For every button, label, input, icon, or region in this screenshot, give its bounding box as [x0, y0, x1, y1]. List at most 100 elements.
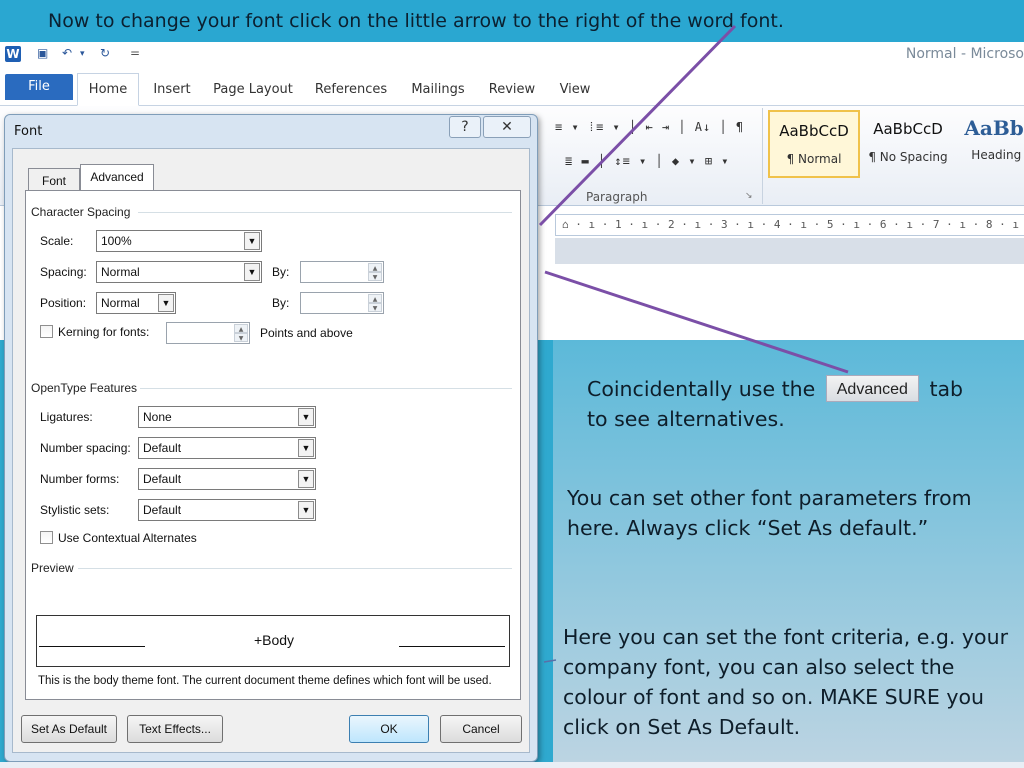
dialog-body: Font Advanced Character Spacing Scale: 1… [12, 148, 530, 753]
style-normal[interactable]: AaBbCcD ¶ Normal [768, 110, 860, 178]
section-divider [78, 568, 512, 569]
chevron-down-icon[interactable]: ▼ [298, 408, 314, 426]
ligatures-value: None [143, 410, 172, 424]
callout-criteria-tip: Here you can set the font criteria, e.g.… [563, 622, 1008, 742]
callout-advanced-tip: Coincidentally use the Advanced tab to s… [587, 374, 963, 434]
ribbon-tabs: File Home Insert Page Layout References … [0, 68, 1024, 106]
contextual-alternates-checkbox[interactable] [40, 531, 53, 544]
paragraph-tools-row2[interactable]: ≣ ▬ │ ↕≡ ▾ │ ◆ ▾ ⊞ ▾ [565, 154, 730, 168]
spacing-by-spinner[interactable]: ▲ ▼ [300, 261, 384, 283]
tab-references[interactable]: References [305, 74, 397, 106]
spin-up-icon[interactable]: ▲ [368, 263, 382, 272]
spin-down-icon[interactable]: ▼ [234, 333, 248, 342]
scale-value: 100% [101, 234, 132, 248]
callout-parameters-tip: You can set other font parameters from h… [567, 483, 972, 543]
help-button[interactable]: ? [449, 116, 481, 138]
spin-down-icon[interactable]: ▼ [368, 303, 382, 312]
spin-down-icon[interactable]: ▼ [368, 272, 382, 281]
tab-review[interactable]: Review [482, 74, 542, 106]
style-heading-1[interactable]: AaBbC Heading 1 [956, 110, 1024, 178]
tab-font[interactable]: Font [28, 168, 80, 190]
scale-combo[interactable]: 100% ▼ [96, 230, 262, 252]
kerning-checkbox[interactable] [40, 325, 53, 338]
instruction-text: Now to change your font click on the lit… [0, 0, 1024, 42]
spacing-value: Normal [101, 265, 140, 279]
style-name: ¶ No Spacing [868, 150, 948, 164]
tab-insert[interactable]: Insert [143, 74, 201, 106]
callout-text-fragment: here. Always click “Set As default.” [567, 516, 929, 540]
chevron-down-icon[interactable]: ▼ [298, 439, 314, 457]
spin-up-icon[interactable]: ▲ [234, 324, 248, 333]
advanced-tab-panel: Character Spacing Scale: 100% ▼ Spacing:… [25, 190, 521, 700]
callout-text-fragment: to see alternatives. [587, 407, 785, 431]
ligatures-label: Ligatures: [40, 410, 93, 424]
style-sample: AaBbCcD [873, 120, 943, 138]
opentype-features-header: OpenType Features [31, 381, 138, 395]
tab-home[interactable]: Home [77, 73, 139, 106]
paragraph-dialog-launcher-icon[interactable]: ↘ [745, 191, 753, 201]
spin-up-icon[interactable]: ▲ [368, 294, 382, 303]
tab-mailings[interactable]: Mailings [402, 74, 474, 106]
tab-file[interactable]: File [5, 74, 73, 100]
callout-panel: Coincidentally use the Advanced tab to s… [553, 340, 1024, 762]
chevron-down-icon[interactable]: ▼ [298, 470, 314, 488]
styles-gallery: AaBbCcD ¶ Normal AaBbCcD ¶ No Spacing Aa… [762, 110, 1024, 178]
spacing-by-label: By: [272, 265, 290, 279]
stylistic-sets-value: Default [143, 503, 182, 517]
chevron-down-icon[interactable]: ▼ [158, 294, 174, 312]
style-name: Heading 1 [971, 148, 1024, 162]
number-spacing-value: Default [143, 441, 182, 455]
close-button[interactable]: ✕ [483, 116, 531, 138]
position-value: Normal [101, 296, 140, 310]
customize-qat-icon[interactable]: = [130, 46, 140, 62]
callout-text-fragment: colour of font and so on. MAKE SURE you [563, 685, 984, 709]
document-page[interactable] [555, 264, 1024, 340]
ok-button[interactable]: OK [349, 715, 429, 743]
advanced-tab-chip: Advanced [825, 375, 919, 402]
horizontal-ruler[interactable]: ⌂ · ı · 1 · ı · 2 · ı · 3 · ı · 4 · ı · … [555, 214, 1024, 236]
section-divider [140, 388, 512, 389]
font-dialog: Font ? ✕ Font Advanced Character Spacing… [4, 114, 538, 762]
position-by-spinner[interactable]: ▲ ▼ [300, 292, 384, 314]
set-as-default-button[interactable]: Set As Default [21, 715, 117, 743]
character-spacing-header: Character Spacing [31, 205, 131, 219]
callout-text-fragment: tab [929, 377, 964, 401]
kerning-label: Kerning for fonts: [58, 325, 150, 339]
spacing-combo[interactable]: Normal ▼ [96, 261, 262, 283]
stylistic-sets-combo[interactable]: Default ▼ [138, 499, 316, 521]
text-effects-button[interactable]: Text Effects... [127, 715, 223, 743]
tab-view[interactable]: View [552, 74, 598, 106]
position-combo[interactable]: Normal ▼ [96, 292, 176, 314]
save-icon[interactable]: ▣ [37, 46, 48, 62]
callout-text-fragment: Coincidentally use the [587, 377, 816, 401]
chevron-down-icon[interactable]: ▼ [244, 232, 260, 250]
number-spacing-combo[interactable]: Default ▼ [138, 437, 316, 459]
number-forms-label: Number forms: [40, 472, 120, 486]
tab-advanced[interactable]: Advanced [80, 164, 154, 191]
number-spacing-label: Number spacing: [40, 441, 131, 455]
preview-box: +Body [36, 615, 510, 667]
word-logo-icon: W [5, 46, 21, 62]
position-by-label: By: [272, 296, 290, 310]
window-title: Normal - Microso [905, 46, 1024, 62]
section-divider [138, 212, 512, 213]
style-no-spacing[interactable]: AaBbCcD ¶ No Spacing [862, 110, 954, 178]
ligatures-combo[interactable]: None ▼ [138, 406, 316, 428]
preview-rule-right [399, 646, 505, 647]
number-forms-combo[interactable]: Default ▼ [138, 468, 316, 490]
style-sample: AaBbC [964, 116, 1024, 140]
kerning-spinner[interactable]: ▲ ▼ [166, 322, 250, 344]
chevron-down-icon[interactable]: ▼ [298, 501, 314, 519]
cancel-button[interactable]: Cancel [440, 715, 522, 743]
undo-dropdown-icon[interactable]: ▾ [80, 49, 85, 65]
callout-text-fragment: click on Set As Default. [563, 715, 801, 739]
tab-page-layout[interactable]: Page Layout [205, 74, 301, 106]
stylistic-sets-label: Stylistic sets: [40, 503, 110, 517]
redo-icon[interactable]: ↻ [100, 46, 110, 62]
chevron-down-icon[interactable]: ▼ [244, 263, 260, 281]
callout-text-fragment: company font, you can also select the [563, 655, 955, 679]
paragraph-tools-row1[interactable]: ≡ ▾ ⁞≡ ▾ │ ⇤ ⇥ │ A↓ │ ¶ [555, 120, 744, 135]
undo-icon[interactable]: ↶ [62, 46, 72, 62]
callout-text-fragment: Here you can set the font criteria, e.g.… [563, 625, 1009, 649]
points-above-label: Points and above [260, 326, 353, 340]
